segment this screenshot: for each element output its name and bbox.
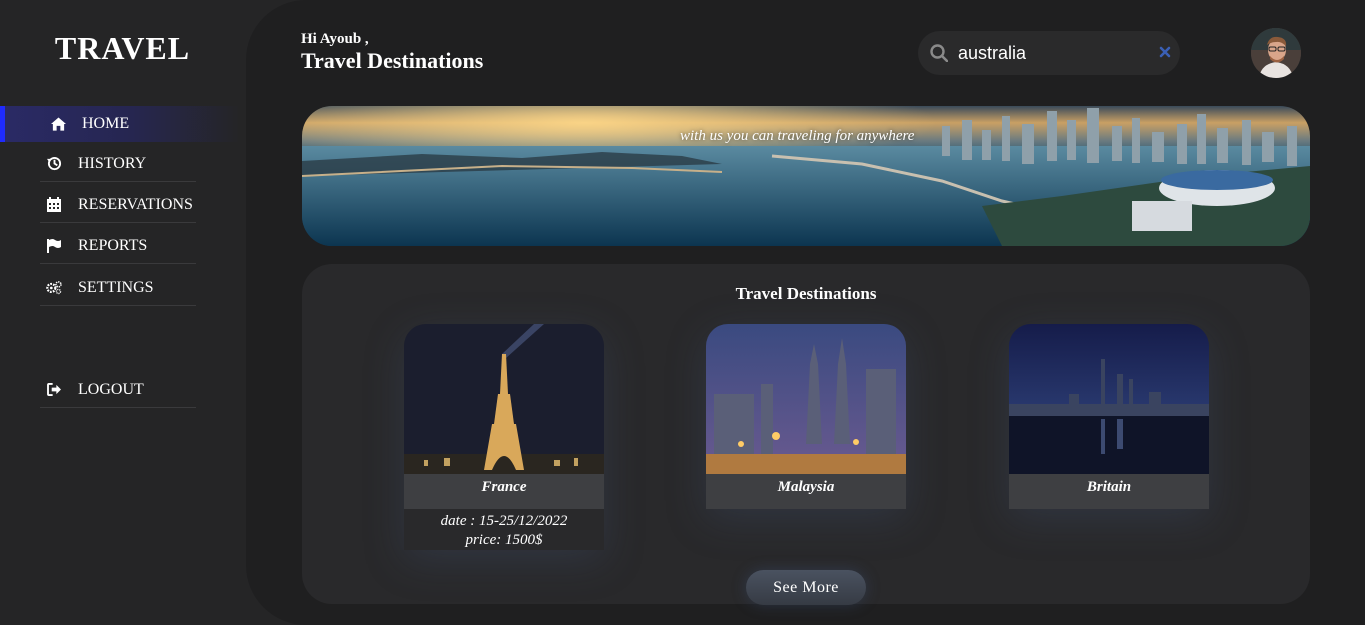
sidebar-item-label: SETTINGS xyxy=(78,278,154,296)
see-more-button[interactable]: See More xyxy=(746,570,866,605)
britain-photo xyxy=(1009,324,1209,474)
logout-button[interactable]: LOGOUT xyxy=(40,372,196,408)
banner-tagline: with us you can traveling for anywhere xyxy=(680,128,915,144)
sidebar-item-reports[interactable]: REPORTS xyxy=(40,228,196,264)
malaysia-photo xyxy=(706,324,906,474)
france-photo xyxy=(404,324,604,474)
close-icon[interactable] xyxy=(1157,44,1173,60)
sidebar-item-label: HISTORY xyxy=(78,154,147,172)
calendar-icon xyxy=(46,197,62,213)
card-date: date : 15-25/12/2022 xyxy=(440,513,568,529)
gears-icon xyxy=(46,280,62,296)
section-title: Travel Destinations xyxy=(735,284,877,303)
search-icon xyxy=(930,44,948,62)
search-bar[interactable] xyxy=(918,31,1180,75)
destination-card-britain[interactable]: Britain xyxy=(1009,324,1209,509)
sidebar-item-label: HOME xyxy=(82,115,130,132)
avatar[interactable] xyxy=(1251,28,1301,78)
sidebar-item-settings[interactable]: SETTINGS xyxy=(40,270,196,306)
sidebar-item-label: RESERVATIONS xyxy=(78,195,193,213)
destination-card-malaysia[interactable]: Malaysia xyxy=(706,324,906,509)
logout-icon xyxy=(46,382,62,398)
greeting: Hi Ayoub , xyxy=(301,31,369,47)
sidebar-item-reservations[interactable]: RESERVATIONS xyxy=(40,187,196,223)
sidebar: TRAVEL HOME HISTORY RESERVATIONS REPORTS… xyxy=(0,0,248,625)
sidebar-item-history[interactable]: HISTORY xyxy=(40,146,196,182)
hero-banner xyxy=(302,106,1310,246)
history-icon xyxy=(46,156,62,172)
brand-logo: TRAVEL xyxy=(54,30,191,66)
sidebar-item-home[interactable]: HOME xyxy=(0,106,240,142)
card-label: Malaysia xyxy=(706,474,906,509)
search-input[interactable] xyxy=(958,42,1148,64)
page-title: Travel Destinations xyxy=(301,48,484,73)
destination-card-france[interactable]: France date : 15-25/12/2022 price: 1500$ xyxy=(404,324,604,550)
card-price: price: 1500$ xyxy=(465,532,543,548)
home-icon xyxy=(50,116,66,132)
sidebar-item-label: REPORTS xyxy=(78,236,148,254)
card-label: France xyxy=(404,474,604,509)
sidebar-item-label: LOGOUT xyxy=(78,380,144,398)
card-label: Britain xyxy=(1009,474,1209,509)
flag-icon xyxy=(46,238,62,254)
